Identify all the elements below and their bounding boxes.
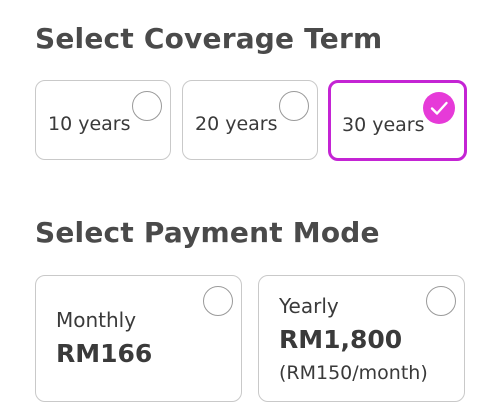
payment-option-label: Monthly <box>56 308 137 332</box>
payment-option-monthly-equivalent: (RM150/month) <box>279 362 428 384</box>
radio-unchecked-icon[interactable] <box>279 91 309 121</box>
coverage-option-30-years[interactable]: 30 years <box>328 80 467 161</box>
radio-unchecked-icon[interactable] <box>132 91 162 121</box>
coverage-option-label: 10 years <box>48 113 131 135</box>
coverage-option-20-years[interactable]: 20 years <box>182 80 318 160</box>
radio-unchecked-icon[interactable] <box>203 286 233 316</box>
payment-option-price: RM166 <box>56 339 153 368</box>
payment-option-price: RM1,800 <box>279 325 403 354</box>
coverage-option-10-years[interactable]: 10 years <box>35 80 171 160</box>
payment-option-yearly[interactable]: Yearly RM1,800 (RM150/month) <box>258 275 465 402</box>
payment-option-label: Yearly <box>279 294 339 318</box>
checkmark-circle-icon[interactable] <box>423 92 455 124</box>
payment-option-monthly[interactable]: Monthly RM166 <box>35 275 242 402</box>
coverage-option-label: 30 years <box>342 114 425 136</box>
radio-unchecked-icon[interactable] <box>426 286 456 316</box>
coverage-option-label: 20 years <box>195 113 278 135</box>
coverage-term-heading: Select Coverage Term <box>35 22 383 55</box>
payment-mode-heading: Select Payment Mode <box>35 216 380 249</box>
